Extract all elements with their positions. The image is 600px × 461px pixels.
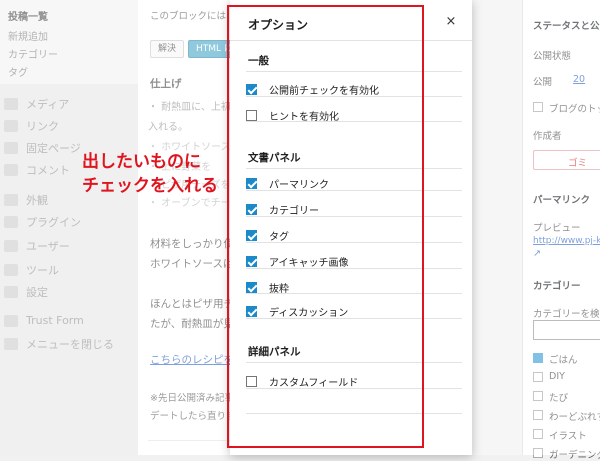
annotation-line: チェックを入れる — [82, 176, 218, 196]
annotation-line: 出したいものに — [82, 152, 201, 172]
close-icon[interactable]: × — [442, 13, 460, 31]
annotation-text: 出したいものに チェックを入れる — [82, 150, 218, 198]
annotation-highlight-box — [227, 5, 424, 448]
